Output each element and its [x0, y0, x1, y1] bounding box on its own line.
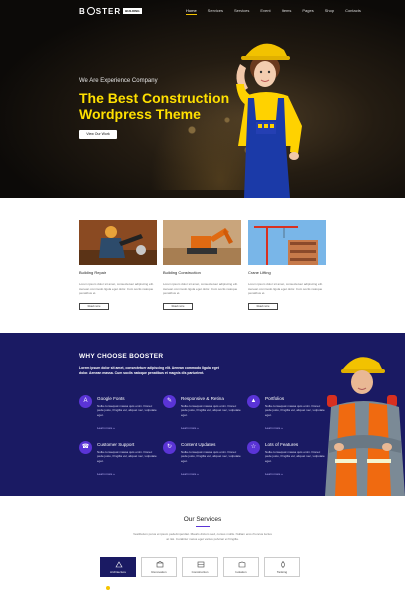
pencil-icon: ✎ [163, 395, 176, 408]
services-description: Vestibulum purus et ipsum pede/imperdiet… [133, 532, 272, 541]
nav-item-shop[interactable]: Shop [325, 8, 334, 15]
tanking-icon [281, 561, 285, 568]
feature-text: Nulla consequat massa quis enim. Donec p… [265, 450, 325, 463]
feature-title: Google Fonts [97, 396, 125, 401]
logo-ring-icon [86, 7, 95, 15]
feature-text: Nulla consequat massa quis enim. Donec p… [97, 404, 157, 417]
nav-item-event[interactable]: Event [260, 8, 270, 15]
font-icon: A [79, 395, 92, 408]
feature-text: Nulla consequat massa quis enim. Donec p… [265, 404, 325, 417]
feature-link[interactable]: Learn more » [97, 472, 115, 476]
why-description: Lorem ipsum dolor sit amet, consectetuer… [79, 366, 219, 375]
card-building-repair: Building Repair Lorem ipsum dolor sit am… [79, 220, 157, 310]
feature-content-updates: ↻ Content Updates Nulla consequat massa … [163, 441, 241, 481]
feature-portfolios: ▲ Portfolios Nulla consequat massa quis … [247, 395, 325, 435]
card-title: Crane Lifting [248, 270, 271, 275]
phone-icon: ☎ [79, 441, 92, 454]
services-title: Our Services [183, 516, 222, 523]
feature-cards: Building Repair Lorem ipsum dolor sit am… [79, 220, 326, 320]
tab-label: Tanking [276, 570, 288, 574]
excavator-image [163, 220, 241, 265]
feature-link[interactable]: Learn more » [97, 426, 115, 430]
feature-title: Customer Support [97, 442, 135, 447]
construction-worker-woman-image [236, 43, 302, 198]
tab-label: Construction [191, 570, 209, 574]
services-tabs: Architecture Renovation Construction Iso… [100, 557, 300, 577]
tab-label: Isolation [235, 570, 247, 574]
card-title: Building Construction [163, 270, 201, 275]
tab-label: Architecture [109, 570, 126, 574]
nav-item-services-2[interactable]: Services [234, 8, 249, 15]
top-nav: B STER BUILDING Home Services Services Eve… [0, 0, 405, 22]
view-work-button[interactable]: View Our Work [79, 130, 117, 139]
hero-subtitle: We Are Experience Company [79, 78, 158, 84]
card-title: Building Repair [79, 270, 107, 275]
feature-text: Nulla consequat massa quis enim. Donec p… [181, 404, 241, 417]
architecture-icon [115, 561, 123, 568]
hero-section: B STER BUILDING Home Services Services Eve… [0, 0, 405, 198]
feature-text: Nulla consequat massa quis enim. Donec p… [181, 450, 241, 463]
services-divider [196, 526, 210, 527]
read-more-button[interactable]: Read more [163, 303, 193, 310]
feature-title: Portfolios [265, 396, 285, 401]
tab-isolation[interactable]: Isolation [223, 557, 259, 577]
card-crane-lifting: Crane Lifting Lorem ipsum dolor sit amet… [248, 220, 326, 310]
refresh-icon: ↻ [163, 441, 176, 454]
feature-link[interactable]: Learn more » [181, 472, 199, 476]
renovation-icon [156, 561, 164, 568]
feature-responsive: ✎ Responsive & Retina Nulla consequat ma… [163, 395, 241, 435]
read-more-button[interactable]: Read more [248, 303, 278, 310]
construction-icon [197, 561, 205, 568]
logo-text: STER [95, 7, 122, 16]
tab-architecture[interactable]: Architecture [100, 557, 136, 577]
card-text: Lorem ipsum dolor sit amet, consectetuer… [248, 282, 323, 295]
nav-item-items[interactable]: Items [282, 8, 292, 15]
isolation-icon [238, 561, 246, 568]
building-repair-image [79, 220, 157, 265]
why-title: WHY CHOOSE BOOSTER [79, 353, 164, 360]
feature-customer-support: ☎ Customer Support Nulla consequat massa… [79, 441, 157, 481]
feature-link[interactable]: Learn more » [265, 472, 283, 476]
read-more-button[interactable]: Read more [79, 303, 109, 310]
nav-item-contacts[interactable]: Contacts [345, 8, 361, 15]
triangle-icon: ▲ [247, 395, 260, 408]
nav-item-home[interactable]: Home [186, 8, 197, 15]
feature-link[interactable]: Learn more » [265, 426, 283, 430]
tab-construction[interactable]: Construction [182, 557, 218, 577]
star-icon: ☆ [247, 441, 260, 454]
feature-title: Responsive & Retina [181, 396, 224, 401]
construction-worker-man-image [325, 357, 405, 496]
feature-google-fonts: A Google Fonts Nulla consequat massa qui… [79, 395, 157, 435]
tab-renovation[interactable]: Renovation [141, 557, 177, 577]
service-preview-strip [106, 586, 110, 590]
card-text: Lorem ipsum dolor sit amet, consectetuer… [79, 282, 154, 295]
site-logo[interactable]: B STER BUILDING [79, 7, 142, 16]
card-text: Lorem ipsum dolor sit amet, consectetuer… [163, 282, 238, 295]
crane-image [248, 220, 326, 265]
tab-label: Renovation [151, 570, 167, 574]
nav-item-services[interactable]: Services [208, 8, 223, 15]
nav-item-pages[interactable]: Pages [302, 8, 313, 15]
logo-letter: B [79, 7, 86, 16]
feature-title: Lots of Features [265, 442, 299, 447]
main-menu: Home Services Services Event Items Pages… [186, 8, 361, 15]
tab-tanking[interactable]: Tanking [264, 557, 300, 577]
feature-title: Content Updates [181, 442, 216, 447]
logo-tag: BUILDING [123, 8, 142, 14]
feature-link[interactable]: Learn more » [181, 426, 199, 430]
feature-lots-of-features: ☆ Lots of Features Nulla consequat massa… [247, 441, 325, 481]
card-building-construction: Building Construction Lorem ipsum dolor … [163, 220, 241, 310]
feature-text: Nulla consequat massa quis enim. Donec p… [97, 450, 157, 463]
